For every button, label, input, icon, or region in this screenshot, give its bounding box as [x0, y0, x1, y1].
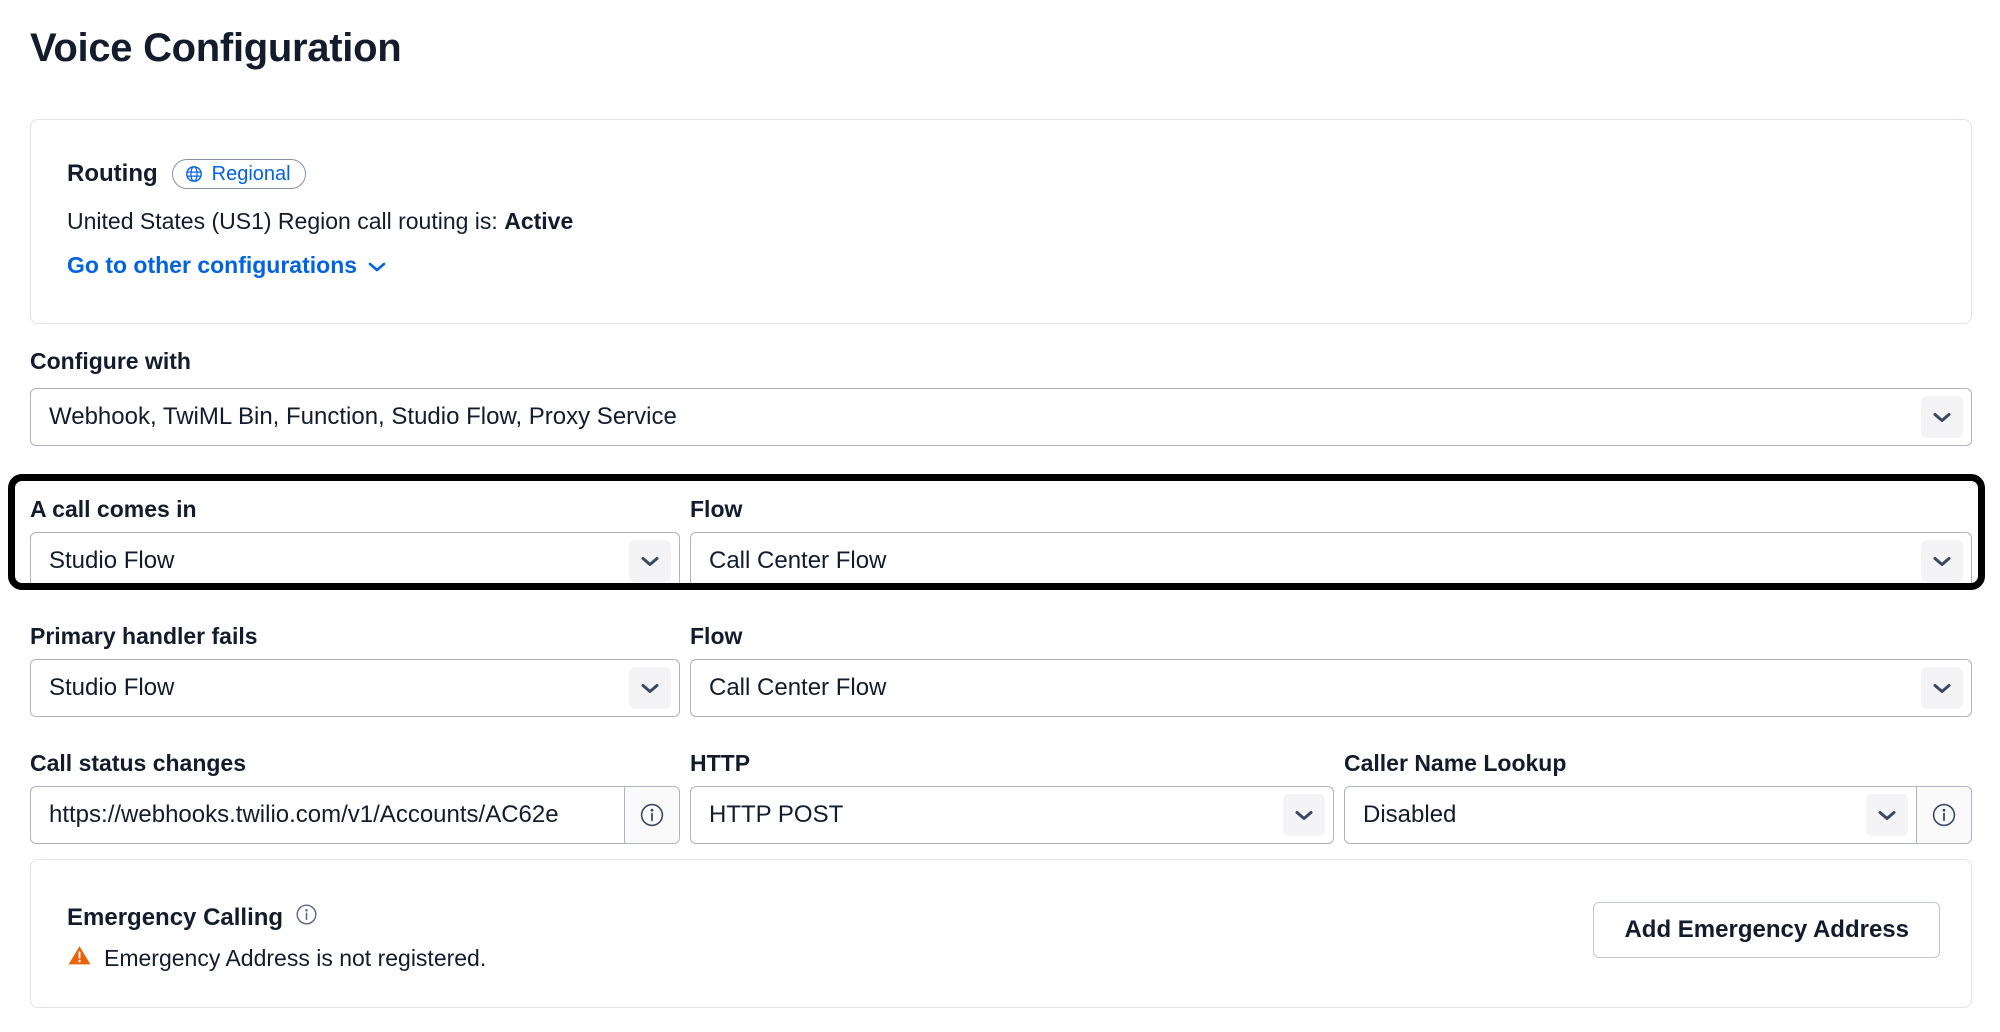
primary-handler-fails-flow-select[interactable]: Call Center Flow — [690, 659, 1972, 717]
warning-triangle-icon — [67, 944, 92, 973]
routing-header: Routing Regional — [67, 159, 306, 189]
voice-configuration-page: Voice Configuration Routing Regional Uni… — [0, 0, 2000, 1032]
primary-handler-fails-value: Studio Flow — [49, 674, 175, 701]
routing-status-prefix: United States (US1) Region call routing … — [67, 208, 505, 234]
call-status-changes-value[interactable]: https://webhooks.twilio.com/v1/Accounts/… — [31, 787, 624, 843]
go-to-other-configurations-label: Go to other configurations — [67, 252, 358, 278]
caller-name-lookup-value: Disabled — [1363, 801, 1457, 828]
chevron-down-icon[interactable] — [629, 667, 671, 709]
primary-handler-fails-flow-value: Call Center Flow — [709, 674, 887, 701]
a-call-comes-in-flow-select[interactable]: Call Center Flow — [690, 532, 1972, 590]
info-icon[interactable] — [294, 902, 319, 934]
call-status-changes-input[interactable]: https://webhooks.twilio.com/v1/Accounts/… — [30, 786, 680, 844]
routing-status-text: United States (US1) Region call routing … — [67, 208, 573, 235]
caller-name-lookup-select[interactable]: Disabled — [1344, 786, 1972, 844]
http-method-select[interactable]: HTTP POST — [690, 786, 1334, 844]
emergency-address-warning-text: Emergency Address is not registered. — [104, 945, 487, 971]
primary-handler-fails-select[interactable]: Studio Flow — [30, 659, 680, 717]
info-icon[interactable] — [624, 787, 679, 843]
chevron-down-icon[interactable] — [1921, 540, 1963, 582]
chevron-down-icon[interactable] — [629, 540, 671, 582]
page-title: Voice Configuration — [30, 26, 402, 70]
a-call-comes-in-value: Studio Flow — [49, 547, 175, 574]
emergency-calling-card: Emergency Calling Emergency Address is n… — [30, 859, 1972, 1008]
a-call-comes-in-flow-value: Call Center Flow — [709, 547, 887, 574]
go-to-other-configurations-link[interactable]: Go to other configurations — [67, 252, 386, 279]
configure-with-label: Configure with — [30, 348, 191, 374]
emergency-calling-title-label: Emergency Calling — [67, 904, 284, 931]
chevron-down-icon[interactable] — [1283, 794, 1325, 836]
call-status-changes-label: Call status changes — [30, 750, 247, 776]
configure-with-value: Webhook, TwiML Bin, Function, Studio Flo… — [49, 403, 677, 430]
routing-label: Routing — [67, 160, 158, 187]
chevron-down-icon — [368, 252, 386, 279]
info-icon[interactable] — [1916, 787, 1971, 843]
routing-regional-badge-label: Regional — [211, 163, 291, 185]
http-method-label: HTTP — [690, 750, 751, 776]
a-call-comes-in-label: A call comes in — [30, 496, 197, 522]
caller-name-lookup-label: Caller Name Lookup — [1344, 750, 1567, 776]
configure-with-select[interactable]: Webhook, TwiML Bin, Function, Studio Flo… — [30, 388, 1972, 446]
emergency-address-warning: Emergency Address is not registered. — [67, 944, 486, 973]
a-call-comes-in-select[interactable]: Studio Flow — [30, 532, 680, 590]
add-emergency-address-button[interactable]: Add Emergency Address — [1593, 902, 1940, 958]
a-call-comes-in-flow-label: Flow — [690, 496, 743, 522]
routing-status-value: Active — [504, 208, 574, 234]
chevron-down-icon[interactable] — [1921, 396, 1963, 438]
chevron-down-icon[interactable] — [1921, 667, 1963, 709]
routing-card: Routing Regional United States (US1) Reg… — [30, 119, 1972, 324]
http-method-value: HTTP POST — [709, 801, 844, 828]
primary-handler-fails-label: Primary handler fails — [30, 623, 258, 649]
routing-regional-badge[interactable]: Regional — [171, 159, 306, 189]
chevron-down-icon[interactable] — [1866, 794, 1908, 836]
emergency-calling-title: Emergency Calling — [67, 902, 319, 934]
globe-icon — [184, 164, 204, 184]
primary-handler-fails-flow-label: Flow — [690, 623, 743, 649]
